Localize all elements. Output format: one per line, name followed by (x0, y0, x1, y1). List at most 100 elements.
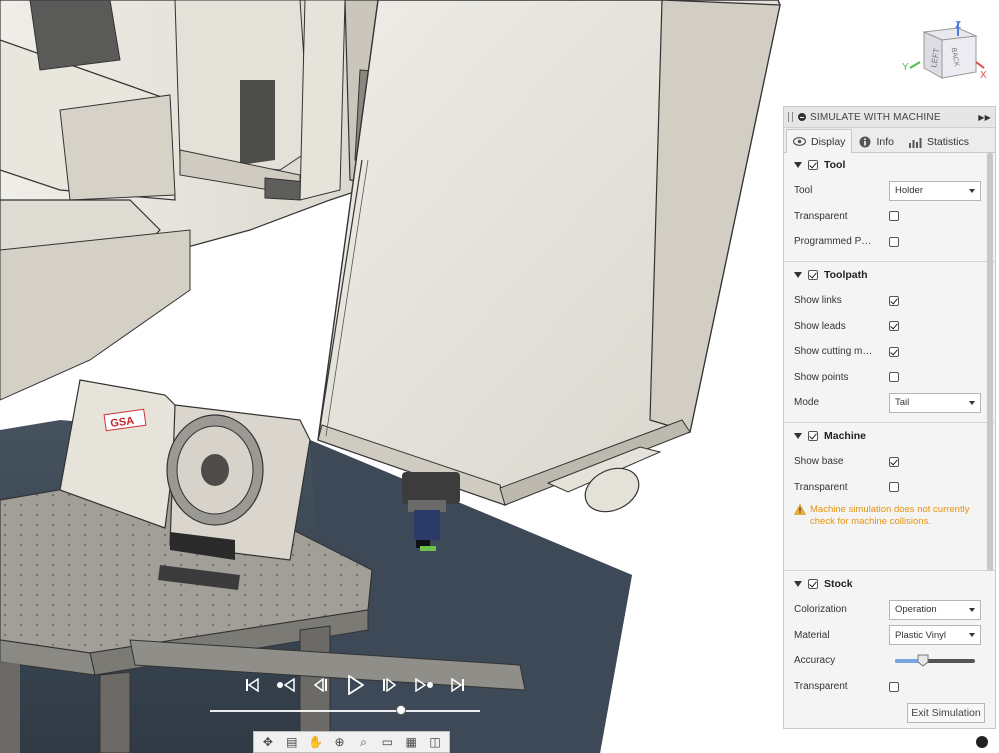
panel-header[interactable]: SIMULATE WITH MACHINE ▶▶ (784, 107, 995, 128)
chevron-down-icon (969, 400, 975, 405)
stock-transparent-checkbox[interactable] (889, 681, 899, 692)
tab-info[interactable]: Info (852, 130, 901, 152)
tool-section-header[interactable]: Tool (794, 152, 981, 178)
tab-info-label: Info (876, 135, 894, 148)
chevron-down-icon (969, 188, 975, 193)
navigation-toolbar: ✥ ▤ ✋ ⊕ ⌕ ▭ ▦ ◫ (253, 731, 450, 753)
skip-to-end-button[interactable] (446, 673, 470, 697)
machine-section: Machine Show base Transparent Machine si… (784, 423, 995, 571)
panel-scrollbar[interactable] (987, 153, 993, 571)
app-logo-icon (976, 736, 988, 748)
previous-operation-button[interactable] (274, 673, 298, 697)
skip-to-start-icon (246, 678, 259, 692)
panel-body: Tool Tool Holder Transparent Programmed … (784, 152, 995, 694)
stock-transparent-label: Transparent (794, 681, 848, 693)
play-icon (348, 675, 364, 695)
machine-section-header[interactable]: Machine (794, 423, 981, 449)
programmed-point-label: Programmed Point (794, 236, 876, 248)
collision-warning-text: Machine simulation does not currently ch… (810, 503, 970, 527)
viewports-icon[interactable]: ◫ (426, 734, 444, 750)
show-leads-label: Show leads (794, 320, 846, 332)
tool-section: Tool Tool Holder Transparent Programmed … (784, 152, 995, 262)
collapse-triangle-icon[interactable] (794, 271, 802, 278)
slider-handle-icon (917, 654, 929, 667)
colorization-select-value: Operation (895, 604, 937, 616)
collision-warning: Machine simulation does not currently ch… (794, 500, 981, 538)
tool-transparent-label: Transparent (794, 210, 848, 222)
show-cutting-label: Show cutting mo... (794, 346, 876, 358)
next-operation-icon (414, 678, 433, 692)
stock-enabled-checkbox[interactable] (808, 578, 818, 589)
tool-transparent-checkbox[interactable] (889, 211, 899, 222)
tool-select-value: Holder (895, 185, 923, 197)
show-cutting-checkbox[interactable] (889, 346, 899, 357)
zoom-icon[interactable]: ⊕ (331, 734, 349, 750)
look-at-icon[interactable]: ▤ (283, 734, 301, 750)
toolpath-enabled-checkbox[interactable] (808, 269, 818, 280)
warning-icon (794, 503, 806, 515)
drag-handle-icon[interactable] (788, 112, 793, 122)
machine-transparent-checkbox[interactable] (889, 482, 899, 493)
grid-icon[interactable]: ▦ (402, 734, 420, 750)
timeline-scrubber[interactable] (396, 705, 406, 715)
axis-y-label: Y (902, 62, 909, 73)
collapse-triangle-icon[interactable] (794, 162, 802, 168)
machine-enabled-checkbox[interactable] (808, 430, 818, 441)
show-links-label: Show links (794, 295, 842, 307)
panel-title: SIMULATE WITH MACHINE (810, 111, 941, 123)
material-label: Material (794, 629, 830, 641)
step-back-button[interactable] (309, 673, 333, 697)
tool-select[interactable]: Holder (889, 180, 981, 201)
step-forward-button[interactable] (377, 673, 401, 697)
collapse-triangle-icon[interactable] (794, 580, 802, 587)
exit-simulation-button[interactable]: Exit Simulation (907, 703, 985, 723)
show-links-checkbox[interactable] (889, 295, 899, 306)
fit-icon[interactable]: ⌕ (354, 734, 372, 750)
skip-to-end-icon (451, 678, 464, 692)
stock-section-header[interactable]: Stock (794, 571, 981, 597)
collapse-triangle-icon[interactable] (794, 432, 802, 439)
orbit-icon[interactable]: ✥ (259, 734, 277, 750)
colorization-select[interactable]: Operation (889, 599, 981, 620)
panel-tabs: Display Info Statistics (784, 128, 995, 153)
material-select-value: Plastic Vinyl (895, 629, 947, 641)
machine-transparent-label: Transparent (794, 481, 848, 493)
next-operation-button[interactable] (412, 673, 436, 697)
tab-statistics[interactable]: Statistics (901, 130, 976, 152)
simulate-with-machine-panel: SIMULATE WITH MACHINE ▶▶ Display Info St… (783, 106, 996, 729)
mode-select[interactable]: Tail (889, 392, 981, 413)
show-base-label: Show base (794, 456, 844, 468)
view-cube[interactable]: Z X Y LEFT BACK (900, 18, 990, 84)
show-leads-checkbox[interactable] (889, 321, 899, 332)
accuracy-slider[interactable] (895, 654, 975, 667)
tab-display[interactable]: Display (786, 129, 853, 153)
play-button[interactable] (343, 673, 367, 697)
axis-z-label: Z (955, 20, 961, 31)
programmed-point-checkbox[interactable] (889, 236, 899, 247)
tool-enabled-checkbox[interactable] (808, 160, 818, 170)
display-settings-icon[interactable]: ▭ (378, 734, 396, 750)
show-points-checkbox[interactable] (889, 372, 899, 383)
previous-operation-icon (277, 678, 296, 692)
show-points-label: Show points (794, 371, 849, 383)
accuracy-label: Accuracy (794, 655, 836, 667)
show-base-checkbox[interactable] (889, 456, 899, 467)
tool-label: Tool (794, 185, 813, 197)
step-back-icon (313, 678, 327, 692)
skip-to-start-button[interactable] (240, 673, 264, 697)
axis-x-label: X (980, 70, 987, 81)
colorization-label: Colorization (794, 604, 847, 616)
expand-panel-icon[interactable]: ▶▶ (978, 113, 991, 122)
material-select[interactable]: Plastic Vinyl (889, 625, 981, 646)
info-icon (859, 136, 871, 147)
chevron-down-icon (969, 633, 975, 638)
timeline-track[interactable] (210, 710, 480, 712)
tab-display-label: Display (811, 135, 846, 148)
collapse-icon[interactable] (798, 113, 806, 121)
pan-icon[interactable]: ✋ (307, 734, 325, 750)
eye-icon (793, 137, 806, 146)
stock-section: Stock Colorization Operation Material Pl… (784, 571, 995, 694)
toolpath-section-header[interactable]: Toolpath (794, 262, 981, 288)
mode-select-value: Tail (895, 397, 910, 409)
tool-heading: Tool (824, 159, 846, 171)
